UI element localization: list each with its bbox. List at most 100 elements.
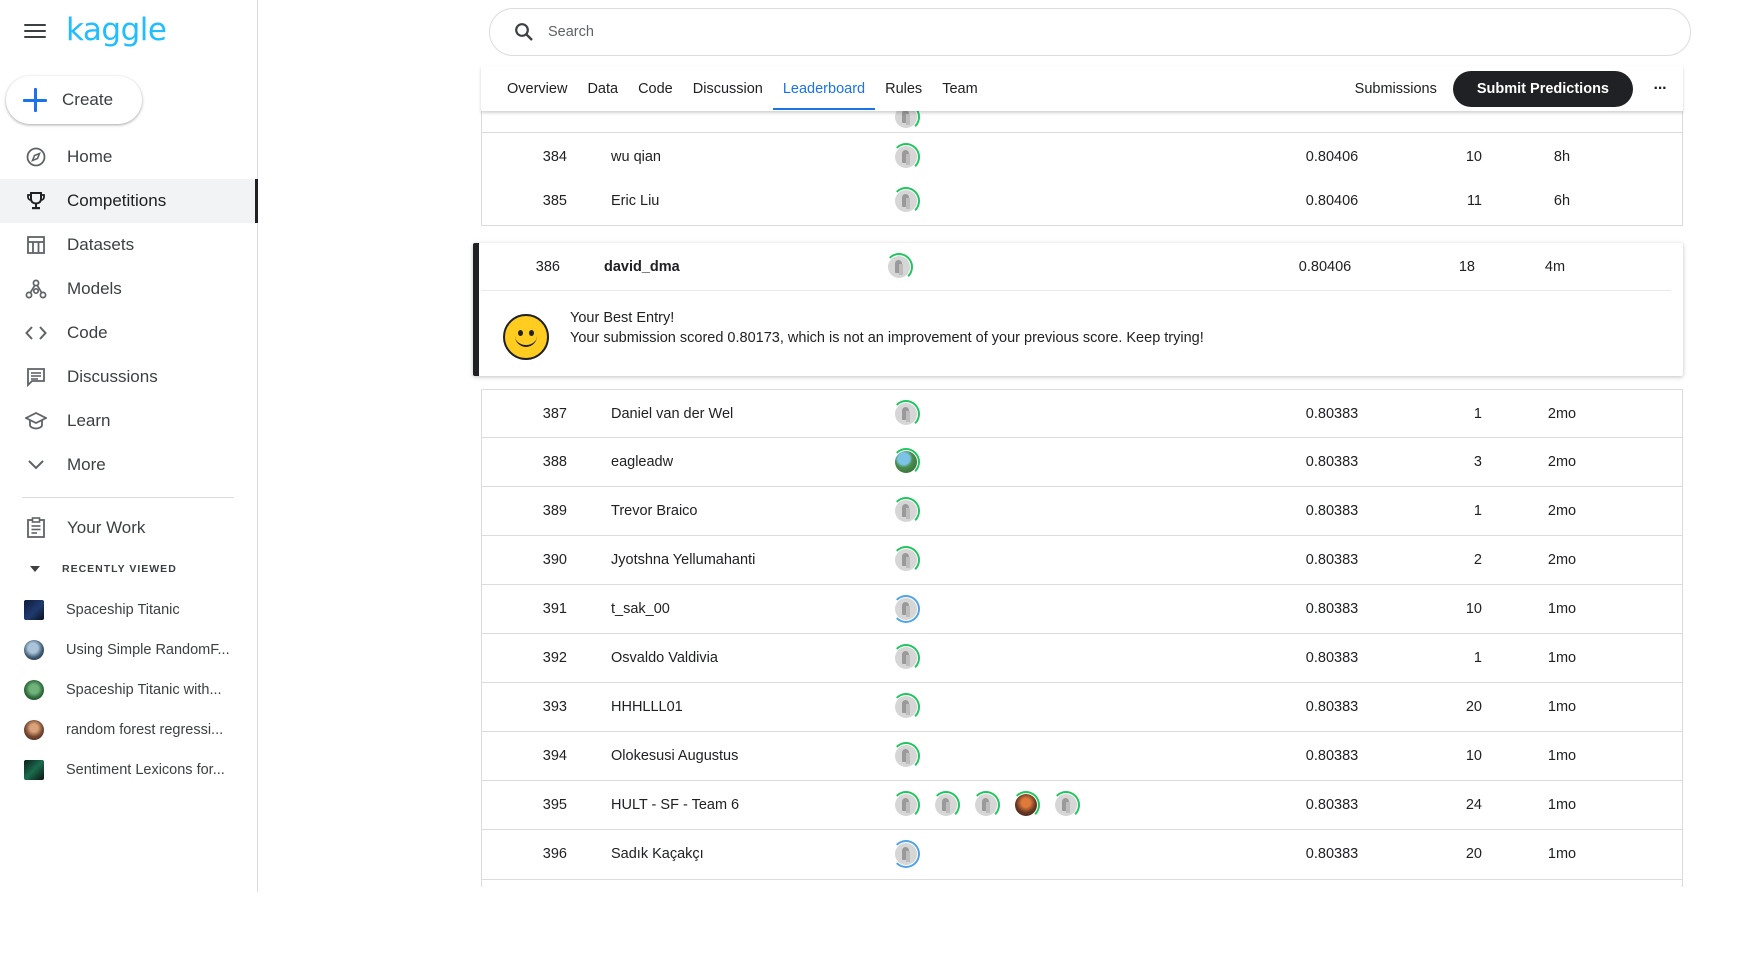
team-name[interactable]: david_dma <box>604 243 864 291</box>
avatar[interactable] <box>892 448 920 476</box>
team-name[interactable]: Olokesusi Augustus <box>611 732 871 780</box>
table-row[interactable]: 387 Daniel van der Wel 0.80383 1 2mo <box>481 389 1683 438</box>
team-name[interactable]: HULT - SF - Team 6 <box>611 781 871 829</box>
recent-item[interactable]: random forest regressi... <box>24 710 244 750</box>
menu-icon[interactable] <box>24 24 46 42</box>
table-row[interactable]: 394 Olokesusi Augustus 0.80383 10 1mo <box>481 732 1683 781</box>
avatar[interactable] <box>972 791 1000 819</box>
more-options-icon[interactable]: ··· <box>1645 74 1675 104</box>
models-icon <box>24 277 48 301</box>
tab-discussion[interactable]: Discussion <box>683 66 773 111</box>
team-avatars <box>885 243 1205 291</box>
entries: 1 <box>1473 650 1482 666</box>
sidebar-item-datasets[interactable]: Datasets <box>0 223 258 267</box>
team-name[interactable]: HHHLLL01 <box>611 683 871 731</box>
avatar[interactable] <box>892 840 920 868</box>
score: 0.80406 <box>1305 193 1359 209</box>
avatar[interactable] <box>892 143 920 171</box>
table-row[interactable]: 391 t_sak_00 0.80383 10 1mo <box>481 585 1683 634</box>
table-row[interactable]: 388 eagleadw 0.80383 3 2mo <box>481 438 1683 487</box>
team-name[interactable]: eagleadw <box>611 438 871 486</box>
create-button[interactable]: Create <box>6 76 142 124</box>
recent-item[interactable]: Spaceship Titanic <box>24 590 244 630</box>
submit-predictions-button[interactable]: Submit Predictions <box>1452 70 1633 107</box>
rank: 388 <box>542 454 567 470</box>
smiley-icon <box>503 314 549 360</box>
team-avatars <box>892 487 1212 535</box>
table-row[interactable]: 392 Osvaldo Valdivia 0.80383 1 1mo <box>481 634 1683 683</box>
team-name[interactable]: t_sak_00 <box>611 585 871 633</box>
team-name[interactable]: Jyotshna Yellumahanti <box>611 536 871 584</box>
last-submission: 4m <box>1544 259 1566 275</box>
table-row[interactable]: 384 wu qian 0.80406 10 8h <box>481 133 1683 182</box>
avatar[interactable] <box>1012 791 1040 819</box>
search-bar[interactable] <box>489 8 1691 56</box>
tab-leaderboard[interactable]: Leaderboard <box>772 66 876 111</box>
avatar[interactable] <box>892 187 920 215</box>
table-row[interactable]: 390 Jyotshna Yellumahanti 0.80383 2 2mo <box>481 536 1683 585</box>
sidebar-item-discussions[interactable]: Discussions <box>0 355 258 399</box>
recent-item[interactable]: Using Simple RandomF... <box>24 630 244 670</box>
kaggle-logo[interactable]: kaggle <box>66 12 167 48</box>
avatar[interactable] <box>892 693 920 721</box>
avatar[interactable] <box>885 253 913 281</box>
your-work-section: Your Work <box>0 506 258 550</box>
team-name[interactable]: wu qian <box>611 133 871 181</box>
create-label: Create <box>62 90 114 109</box>
recently-viewed-toggle[interactable]: RECENTLY VIEWED <box>24 563 177 575</box>
team-name[interactable]: Sadık Kaçakçı <box>611 830 871 878</box>
sidebar-item-models[interactable]: Models <box>0 267 258 311</box>
avatar[interactable] <box>892 791 920 819</box>
avatar[interactable] <box>892 497 920 525</box>
last-submission: 2mo <box>1547 454 1577 470</box>
team-name[interactable]: Daniel van der Wel <box>611 390 871 438</box>
sidebar-item-more[interactable]: More <box>0 443 258 487</box>
table-row[interactable]: 395 HULT - SF - Team 6 0.80383 24 1mo <box>481 781 1683 830</box>
avatar[interactable] <box>892 644 920 672</box>
score: 0.80383 <box>1305 797 1359 813</box>
last-submission: 2mo <box>1547 503 1577 519</box>
tab-team[interactable]: Team <box>932 66 987 111</box>
thumbnail <box>24 600 44 620</box>
avatar[interactable] <box>892 400 920 428</box>
table-row[interactable]: 389 Trevor Braico 0.80383 1 2mo <box>481 487 1683 536</box>
recent-item[interactable]: Sentiment Lexicons for... <box>24 750 244 790</box>
message-title: Your Best Entry! <box>570 310 675 326</box>
sidebar-item-label: Models <box>67 279 122 298</box>
table-row[interactable]: 393 HHHLLL01 0.80383 20 1mo <box>481 683 1683 732</box>
submissions-link[interactable]: Submissions <box>1355 81 1437 97</box>
last-submission: 1mo <box>1547 748 1577 764</box>
team-name[interactable]: Trevor Braico <box>611 487 871 535</box>
avatar[interactable] <box>932 791 960 819</box>
discussion-icon <box>24 365 48 389</box>
team-name[interactable]: Osvaldo Valdivia <box>611 634 871 682</box>
my-entry-row[interactable]: 386 david_dma 0.80406 18 4m <box>481 243 1671 291</box>
avatar[interactable] <box>1052 791 1080 819</box>
sidebar-item-your-work[interactable]: Your Work <box>0 506 258 550</box>
tab-data[interactable]: Data <box>577 66 628 111</box>
search-input[interactable] <box>548 24 1448 40</box>
compass-icon <box>24 145 48 169</box>
tab-overview[interactable]: Overview <box>481 66 577 111</box>
recent-item[interactable]: Spaceship Titanic with... <box>24 670 244 710</box>
sidebar-item-code[interactable]: Code <box>0 311 258 355</box>
tab-code[interactable]: Code <box>628 66 683 111</box>
team-avatars <box>892 585 1212 633</box>
team-avatars <box>892 830 1212 878</box>
team-name[interactable]: Eric Liu <box>611 177 871 225</box>
search-icon <box>515 23 533 41</box>
sidebar-item-home[interactable]: Home <box>0 135 258 179</box>
team-avatars <box>892 133 1212 181</box>
tab-rules[interactable]: Rules <box>875 66 932 111</box>
avatar[interactable] <box>892 595 920 623</box>
my-entry-card: 386 david_dma 0.80406 18 4m Your Best En… <box>473 243 1683 376</box>
score: 0.80383 <box>1305 748 1359 764</box>
score: 0.80383 <box>1305 650 1359 666</box>
sidebar-item-competitions[interactable]: Competitions <box>0 179 258 223</box>
table-row[interactable]: 385 Eric Liu 0.80406 11 6h <box>481 177 1683 226</box>
sidebar-item-learn[interactable]: Learn <box>0 399 258 443</box>
avatar[interactable] <box>892 546 920 574</box>
entries: 10 <box>1465 748 1482 764</box>
avatar[interactable] <box>892 742 920 770</box>
last-submission: 1mo <box>1547 846 1577 862</box>
